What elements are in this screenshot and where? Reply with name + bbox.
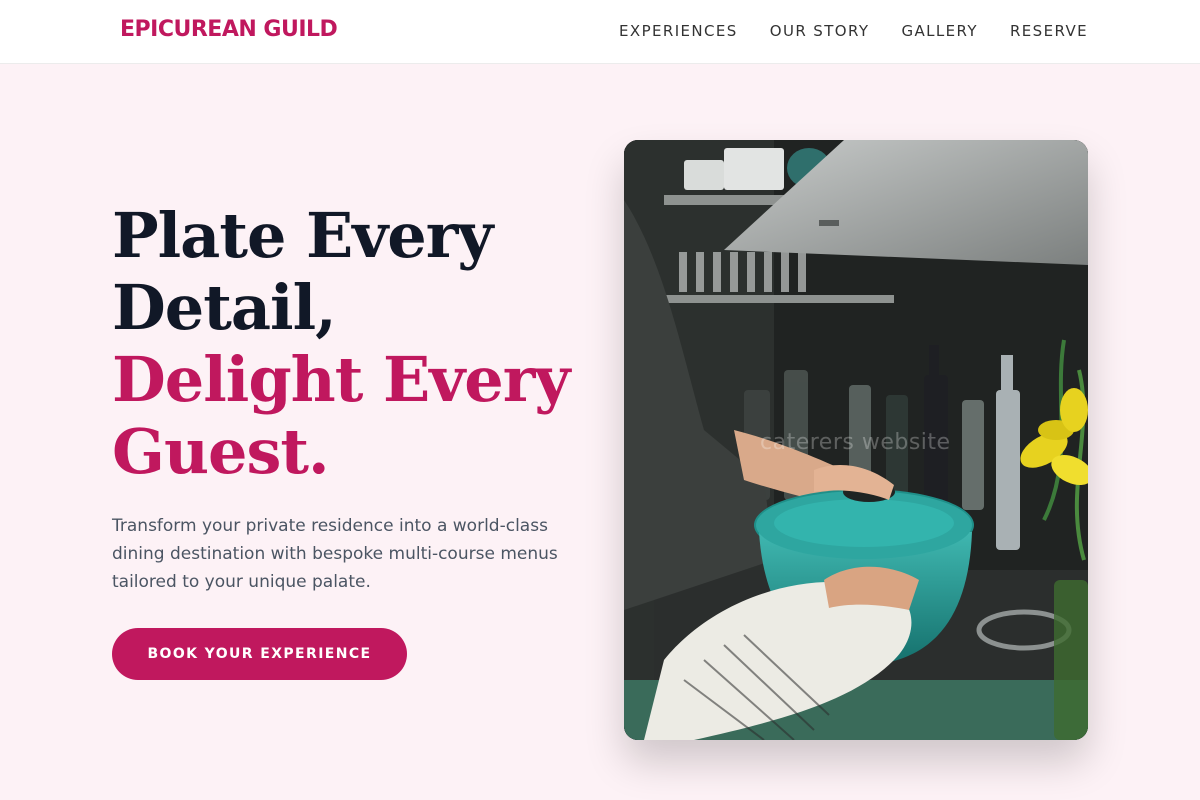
hero-heading: Plate Every Detail, Delight Every Guest. — [112, 200, 612, 488]
nav-reserve-link[interactable]: RESERVE — [1010, 22, 1088, 40]
main-nav: EXPERIENCES OUR STORY GALLERY RESERVE — [619, 22, 1088, 40]
hero-heading-accent-line-2: Guest. — [112, 415, 330, 488]
brand-logo[interactable]: EPICUREAN GUILD — [120, 17, 338, 42]
top-navbar: EPICUREAN GUILD EXPERIENCES OUR STORY GA… — [0, 0, 1200, 64]
hero-description: Transform your private residence into a … — [112, 516, 558, 592]
hero-photo: caterers website — [624, 140, 1088, 740]
hero-heading-line-1: Plate Every — [112, 199, 493, 272]
hero-heading-line-2: Detail, — [112, 271, 337, 344]
image-watermark: caterers website — [760, 430, 951, 455]
nav-our-story-link[interactable]: OUR STORY — [770, 22, 870, 40]
nav-experiences-link[interactable]: EXPERIENCES — [619, 22, 738, 40]
book-experience-button[interactable]: BOOK YOUR EXPERIENCE — [112, 628, 407, 680]
hero-heading-accent-line-1: Delight Every — [112, 343, 570, 416]
nav-gallery-link[interactable]: GALLERY — [901, 22, 978, 40]
